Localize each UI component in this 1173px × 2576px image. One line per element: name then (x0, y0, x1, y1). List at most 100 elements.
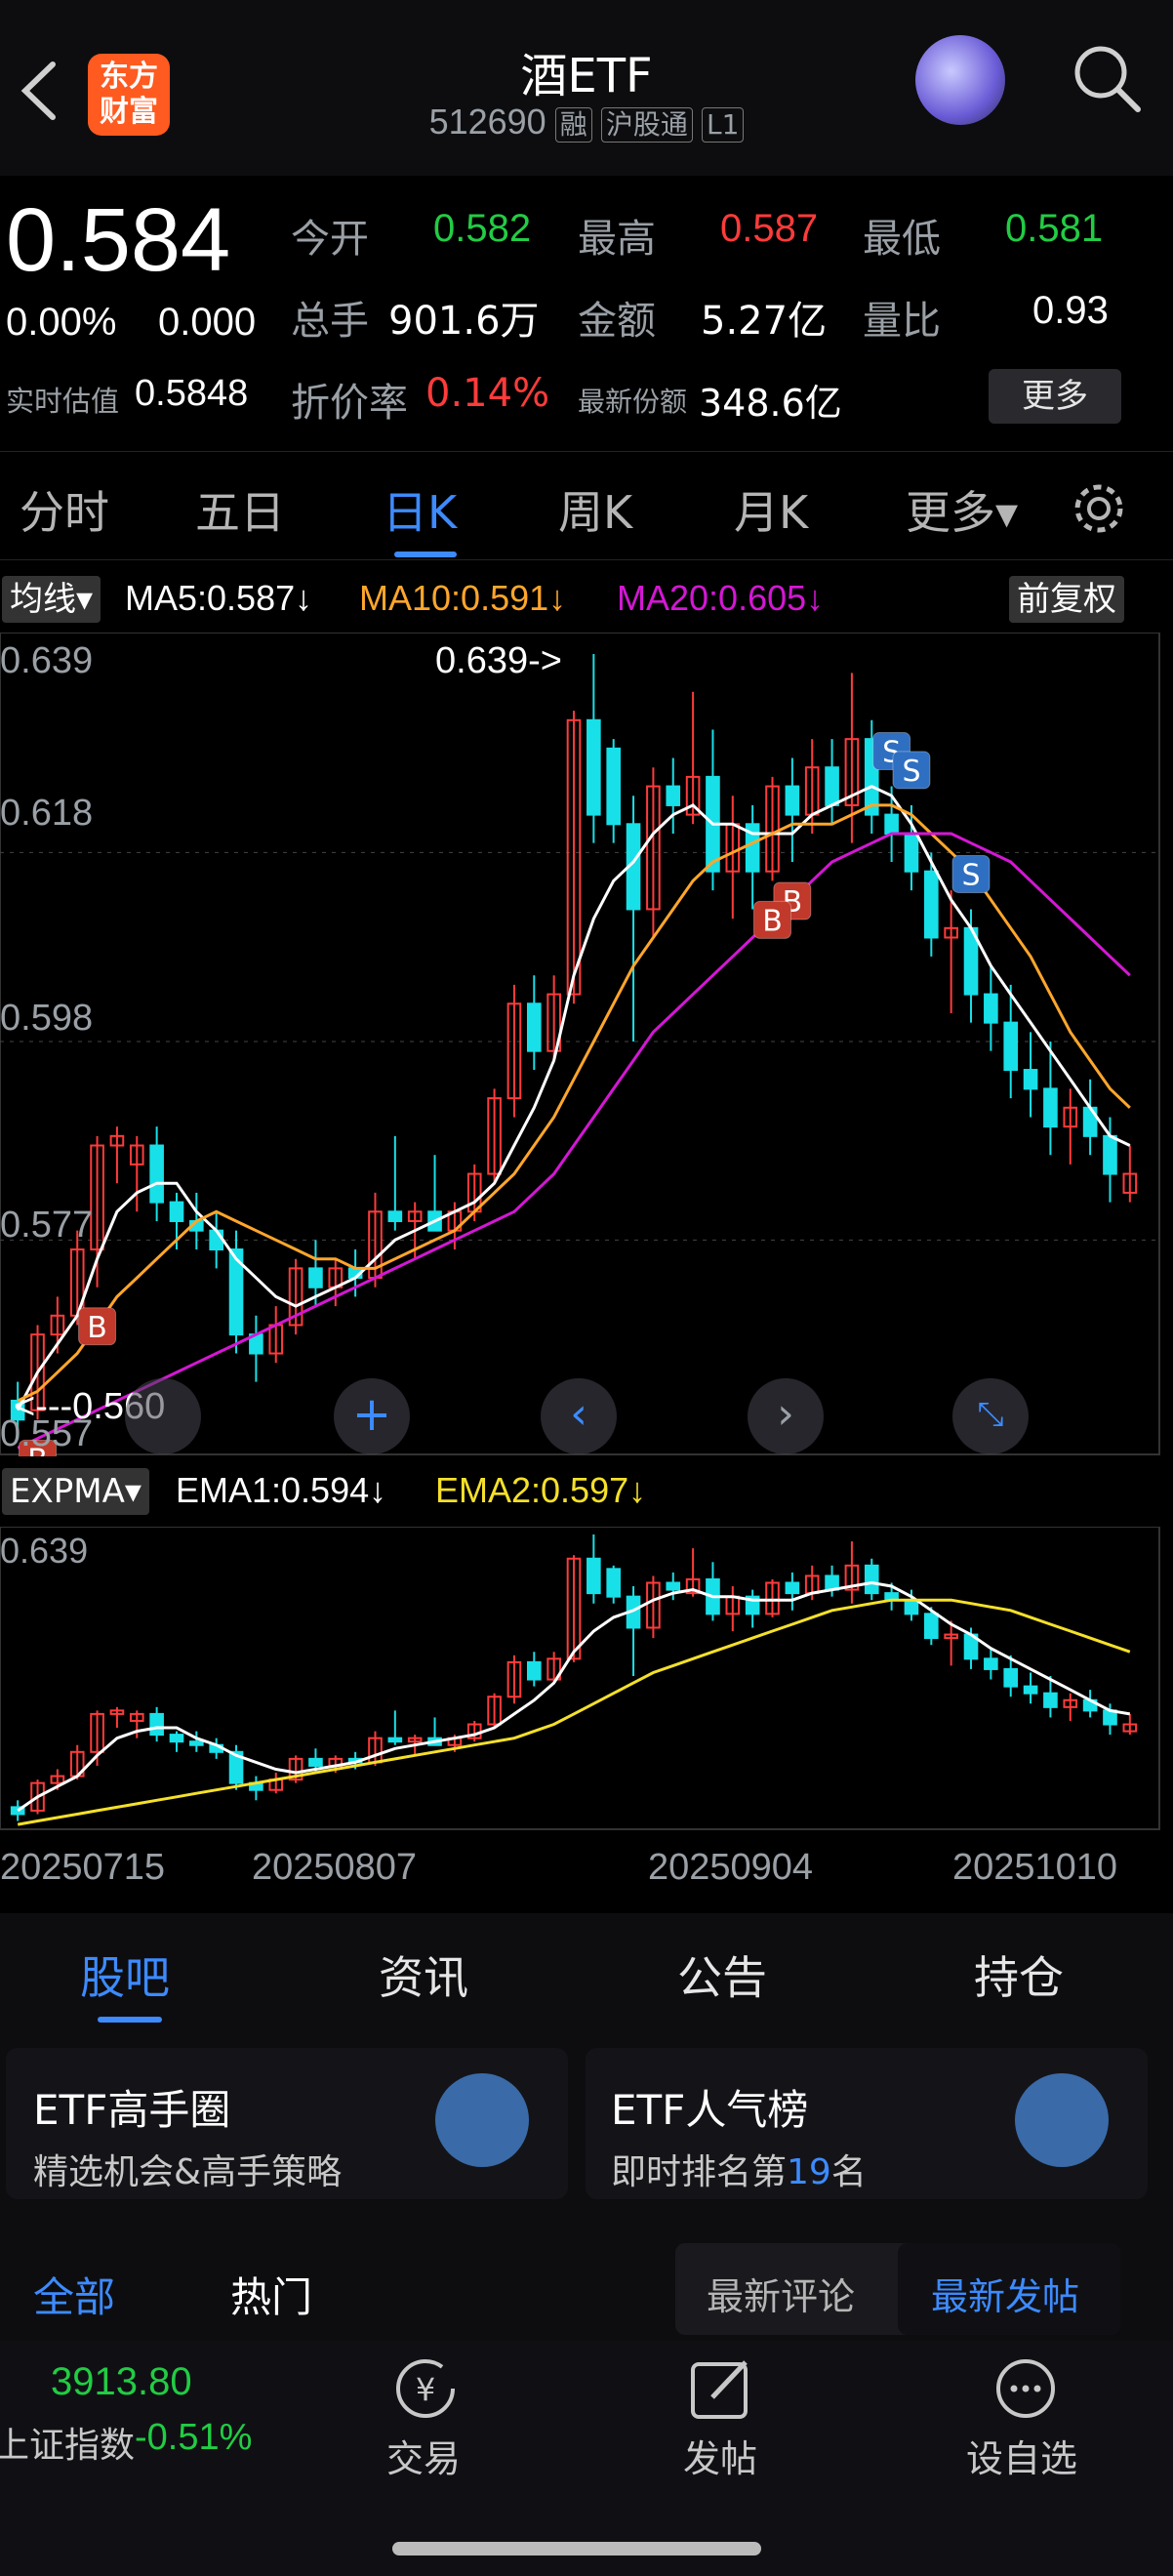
candle-body (904, 1599, 919, 1615)
candle-body (308, 1267, 323, 1288)
volume-value: 901.6万 (388, 299, 540, 344)
filter-hot[interactable]: 热门 (230, 2265, 312, 2324)
bottom-tab-underline (98, 2017, 162, 2023)
axis-label-3: 0.577 (0, 1205, 94, 1246)
post-label[interactable]: 发帖 (683, 2429, 757, 2482)
date-label-0: 20250715 (0, 1847, 166, 1888)
ema2-label: EMA2:0.597↓ (435, 1470, 647, 1510)
amount-label: 金额 (578, 299, 656, 344)
adjust-selector[interactable]: 前复权 (1009, 576, 1124, 623)
candle-body (825, 766, 839, 806)
robot-assistant-icon[interactable] (915, 35, 1005, 125)
shares-label: 最新份额 (578, 386, 688, 418)
last-price: 0.584 (6, 190, 231, 290)
header-bar: 东方 财富 酒ETF 512690 融 沪股通 L1 (0, 0, 1173, 176)
index-name: 上证指数 (0, 2426, 136, 2466)
tab-monthly-k[interactable]: 月K (734, 477, 808, 542)
high-value: 0.587 (720, 207, 819, 250)
ma-selector[interactable]: 均线▾ (2, 576, 101, 623)
tab-holdings[interactable]: 持仓 (974, 1942, 1064, 2007)
search-icon[interactable] (1070, 41, 1146, 117)
volume-label: 总手 (291, 299, 369, 344)
candle-body (1023, 1685, 1038, 1695)
candle-body (1043, 1692, 1058, 1708)
high-annotation: 0.639-> (435, 640, 562, 681)
add-watchlist-icon[interactable] (991, 2354, 1060, 2423)
tab-news[interactable]: 资讯 (379, 1942, 468, 2007)
candle-body (984, 1657, 998, 1670)
tab-more[interactable]: 更多▾ (906, 477, 1018, 542)
candle-body (149, 1144, 164, 1204)
candle-body (884, 813, 899, 835)
level-tag: L1 (702, 107, 745, 143)
card-etf-experts[interactable]: ETF高手圈 精选机会&高手策略 (6, 2048, 568, 2199)
tab-announcements[interactable]: 公告 (677, 1942, 767, 2007)
candle-body (1023, 1069, 1038, 1090)
candle-body (785, 1581, 800, 1595)
filter-all[interactable]: 全部 (33, 2265, 115, 2324)
candle-body (387, 1737, 403, 1743)
discount-value: 0.14% (425, 371, 550, 416)
date-label-2: 20250904 (648, 1847, 814, 1888)
candle-body (924, 1613, 939, 1640)
ema1-label: EMA1:0.594↓ (176, 1470, 387, 1510)
tab-forum[interactable]: 股吧 (80, 1942, 170, 2007)
scroll-right-icon[interactable]: › (748, 1378, 824, 1454)
ma-legend-bar: 均线▾ MA5:0.587↓ MA10:0.591↓ MA20:0.605↓ 前… (0, 576, 1173, 625)
chart-dot-button[interactable] (125, 1378, 201, 1454)
change-pct: 0.00% (6, 301, 117, 344)
candle-body (904, 832, 919, 873)
low-label: 最低 (863, 217, 941, 262)
expma-chart[interactable] (0, 1527, 1161, 1831)
candle-body (586, 718, 601, 816)
iopv-value: 0.5848 (135, 373, 249, 414)
candlestick-chart[interactable]: BBSSBBS (0, 633, 1161, 1456)
candle-body (209, 1229, 223, 1251)
experts-icon (435, 2073, 529, 2167)
zoom-in-icon[interactable]: + (334, 1378, 410, 1454)
ma20-label: MA20:0.605↓ (617, 578, 825, 618)
tab-weekly-k[interactable]: 周K (558, 477, 632, 542)
signal-label: S (902, 755, 920, 789)
footer-bar: 3913.80 上证指数 -0.51% ¥ 交易 发帖 设自选 (0, 2341, 1173, 2576)
tab-intraday[interactable]: 分时 (20, 477, 109, 542)
watchlist-label[interactable]: 设自选 (966, 2429, 1077, 2482)
svg-text:¥: ¥ (416, 2371, 435, 2408)
axis-label-1: 0.618 (0, 793, 94, 834)
candle-body (169, 1734, 184, 1743)
trade-yen-icon[interactable]: ¥ (386, 2354, 465, 2423)
sort-latest-post[interactable]: 最新发帖 (931, 2267, 1079, 2320)
discount-label: 折价率 (291, 381, 408, 426)
post-edit-icon[interactable] (687, 2354, 755, 2423)
signal-label: B (762, 904, 783, 938)
candle-body (169, 1201, 184, 1222)
candle-body (586, 1557, 601, 1595)
candle-body (984, 993, 998, 1024)
candle-body (149, 1712, 164, 1737)
ema-selector[interactable]: EXPMA▾ (2, 1468, 149, 1515)
ma5-label: MA5:0.587↓ (125, 578, 313, 618)
trade-label[interactable]: 交易 (386, 2429, 461, 2482)
tab-daily-k[interactable]: 日K (383, 477, 457, 542)
amount-value: 5.27亿 (701, 299, 828, 344)
card-title: ETF高手圈 (33, 2086, 231, 2134)
more-button[interactable]: 更多 (989, 369, 1121, 424)
low-value: 0.581 (1005, 207, 1104, 250)
axis-label-2: 0.598 (0, 998, 94, 1039)
sort-latest-comment[interactable]: 最新评论 (707, 2267, 855, 2320)
card-etf-ranking[interactable]: ETF人气榜 即时排名第19名 (586, 2048, 1148, 2199)
ema-axis-top: 0.639 (0, 1531, 89, 1571)
scroll-left-icon[interactable]: ‹ (541, 1378, 617, 1454)
ma10-label: MA10:0.591↓ (359, 578, 567, 618)
candle-body (785, 785, 800, 816)
collapse-icon[interactable]: ⤡ (952, 1378, 1029, 1454)
candle-body (526, 1660, 542, 1681)
axis-label-0: 0.639 (0, 640, 94, 681)
high-label: 最高 (578, 217, 656, 262)
candle-body (526, 1002, 542, 1052)
tab-five-day[interactable]: 五日 (195, 477, 285, 542)
settings-gear-icon[interactable] (1070, 479, 1128, 538)
candle-body (606, 747, 622, 826)
change-value: 0.000 (158, 301, 257, 344)
candle-body (1043, 1087, 1058, 1128)
